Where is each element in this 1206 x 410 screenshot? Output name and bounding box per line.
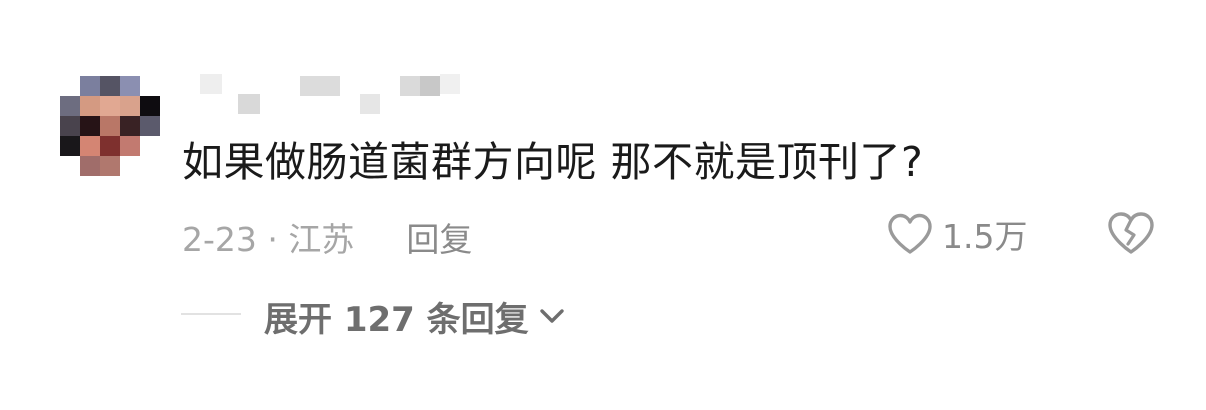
date-location: 2-23 · 江苏 <box>182 220 355 259</box>
heart-outline-icon <box>888 213 932 254</box>
dislike-button[interactable] <box>1106 210 1156 256</box>
broken-heart-icon <box>1108 212 1154 254</box>
avatar[interactable] <box>60 76 160 176</box>
expand-replies-label: 展开 127 条回复 <box>264 299 529 340</box>
like-button[interactable]: 1.5万 <box>886 210 1027 258</box>
reply-button[interactable]: 回复 <box>406 213 472 261</box>
chevron-down-icon <box>539 309 564 323</box>
comment-text: 如果做肠道菌群方向呢 那不就是顶刊了? <box>182 138 924 186</box>
expand-replies-button[interactable]: 展开 127 条回复 <box>264 292 565 340</box>
username[interactable] <box>200 74 460 116</box>
divider-line <box>181 313 241 315</box>
comment-meta: 2-23 · 江苏 回复 <box>182 212 472 262</box>
like-count: 1.5万 <box>942 217 1028 256</box>
